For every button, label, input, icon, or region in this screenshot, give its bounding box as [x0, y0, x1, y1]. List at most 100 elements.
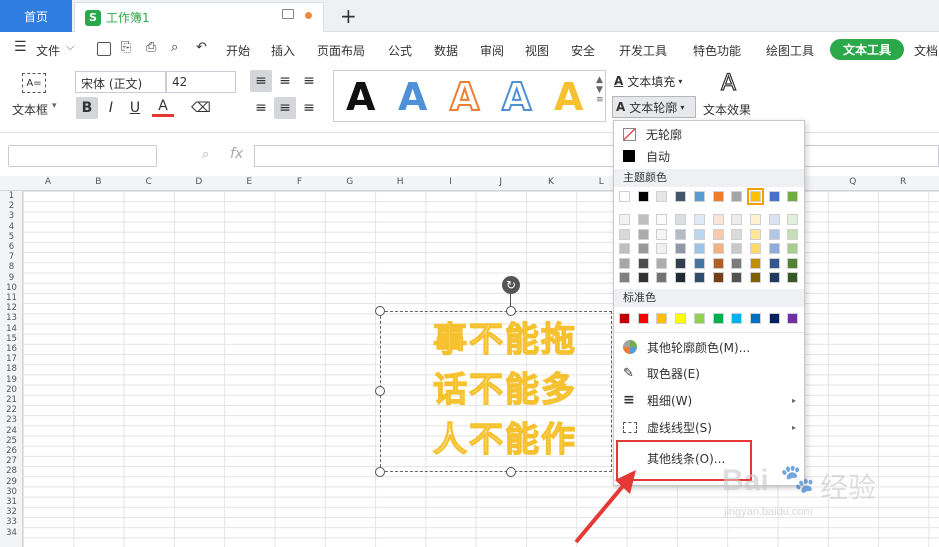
standard-color-swatch[interactable]	[656, 313, 668, 324]
column-header[interactable]: R	[878, 177, 928, 187]
row-header[interactable]: 14	[0, 324, 23, 334]
column-header[interactable]: A	[23, 177, 73, 187]
save-icon[interactable]	[97, 42, 111, 56]
text-outline-button[interactable]: A 文本轮廓 ▾	[612, 96, 696, 118]
style-gold[interactable]: A	[554, 75, 583, 119]
text-effect-icon[interactable]: A	[720, 70, 736, 96]
theme-shade-swatch[interactable]	[656, 228, 668, 240]
theme-color-swatch[interactable]	[787, 191, 799, 202]
resize-handle-tl[interactable]	[375, 306, 385, 316]
theme-color-swatch[interactable]	[637, 191, 649, 202]
row-header[interactable]: 4	[0, 222, 23, 232]
menu-data[interactable]: 数据	[434, 42, 458, 59]
row-header[interactable]: 15	[0, 334, 23, 344]
row-header[interactable]: 12	[0, 303, 23, 313]
theme-shade-swatch[interactable]	[619, 228, 630, 240]
monitor-icon[interactable]	[282, 9, 294, 19]
row-header[interactable]: 3	[0, 211, 23, 221]
align-middle-icon[interactable]: ≡	[274, 70, 296, 92]
row-header[interactable]: 13	[0, 313, 23, 323]
menu-text-tools[interactable]: 文本工具	[830, 39, 904, 60]
resize-handle-ml[interactable]	[375, 386, 385, 396]
align-center-icon[interactable]: ≡	[274, 97, 296, 119]
standard-color-swatch[interactable]	[749, 313, 761, 324]
theme-shade-swatch[interactable]	[675, 272, 687, 283]
standard-color-swatch[interactable]	[712, 313, 724, 324]
textbox-icon[interactable]: A=	[22, 73, 46, 93]
eraser-icon[interactable]: ⌫	[190, 97, 212, 119]
theme-shade-swatch[interactable]	[619, 243, 630, 254]
menu-insert[interactable]: 插入	[271, 42, 295, 59]
theme-color-swatch[interactable]	[768, 191, 780, 202]
row-header[interactable]: 7	[0, 252, 23, 262]
no-outline-item[interactable]: 无轮廓	[614, 122, 804, 146]
column-header[interactable]: H	[375, 177, 425, 187]
menu-review[interactable]: 审阅	[480, 42, 504, 59]
theme-shade-swatch[interactable]	[731, 272, 743, 283]
bold-button[interactable]: B	[76, 97, 98, 119]
theme-shade-swatch[interactable]	[731, 214, 743, 225]
theme-shade-swatch[interactable]	[731, 228, 743, 240]
theme-shade-swatch[interactable]	[637, 243, 649, 254]
row-header[interactable]: 27	[0, 456, 23, 466]
chevron-down-icon[interactable]: ▾	[52, 101, 57, 111]
menu-document[interactable]: 文档	[914, 42, 938, 59]
standard-color-swatch[interactable]	[619, 313, 630, 324]
column-header[interactable]: Q	[828, 177, 878, 187]
theme-shade-swatch[interactable]	[619, 214, 630, 225]
align-left-icon[interactable]: ≡	[250, 97, 272, 119]
dash-type-item[interactable]: 虚线线型(S) ▸	[614, 415, 804, 439]
export-icon[interactable]: ⎘	[121, 40, 131, 55]
theme-shade-swatch[interactable]	[637, 257, 649, 269]
preview-icon[interactable]: ⌕	[171, 40, 178, 55]
theme-shade-swatch[interactable]	[693, 272, 705, 283]
resize-handle-tc[interactable]	[506, 306, 516, 316]
row-header[interactable]: 6	[0, 242, 23, 252]
column-header[interactable]: F	[275, 177, 325, 187]
theme-shade-swatch[interactable]	[768, 243, 780, 254]
theme-shade-swatch[interactable]	[749, 243, 761, 254]
theme-shade-swatch[interactable]	[619, 257, 630, 269]
font-name-select[interactable]: 宋体 (正文)	[75, 71, 166, 93]
theme-shade-swatch[interactable]	[675, 243, 687, 254]
theme-shade-swatch[interactable]	[675, 214, 687, 225]
theme-color-swatch[interactable]	[656, 191, 668, 202]
standard-color-swatch[interactable]	[675, 313, 687, 324]
column-header[interactable]: K	[526, 177, 576, 187]
row-header[interactable]: 1	[0, 191, 23, 201]
theme-shade-swatch[interactable]	[693, 214, 705, 225]
italic-button[interactable]: I	[100, 97, 122, 119]
row-header[interactable]: 5	[0, 232, 23, 242]
theme-shade-swatch[interactable]	[768, 228, 780, 240]
align-right-icon[interactable]: ≡	[298, 97, 320, 119]
row-header[interactable]: 9	[0, 273, 23, 283]
fx-icon[interactable]: fx	[230, 146, 243, 162]
row-header[interactable]: 34	[0, 528, 23, 538]
print-icon[interactable]: ⎙	[146, 40, 156, 55]
theme-color-swatch[interactable]	[675, 191, 687, 202]
menu-formula[interactable]: 公式	[388, 42, 412, 59]
row-header[interactable]: 30	[0, 487, 23, 497]
row-header[interactable]: 21	[0, 395, 23, 405]
theme-shade-swatch[interactable]	[712, 257, 724, 269]
column-header[interactable]: I	[425, 177, 475, 187]
style-blue[interactable]: A	[398, 75, 427, 119]
style-blue-outline[interactable]: A	[501, 74, 532, 120]
standard-color-swatch[interactable]	[787, 313, 799, 324]
row-header[interactable]: 25	[0, 436, 23, 446]
align-top-icon[interactable]: ≡	[250, 70, 272, 92]
theme-color-swatch[interactable]	[619, 191, 630, 202]
zoom-icon[interactable]: ⌕	[202, 147, 209, 162]
resize-handle-bc[interactable]	[506, 467, 516, 477]
theme-shade-swatch[interactable]	[712, 228, 724, 240]
theme-shade-swatch[interactable]	[749, 228, 761, 240]
column-header[interactable]: D	[174, 177, 224, 187]
theme-color-swatch[interactable]	[693, 191, 705, 202]
row-header[interactable]: 8	[0, 262, 23, 272]
auto-color-item[interactable]: 自动	[614, 144, 804, 168]
row-header[interactable]: 23	[0, 415, 23, 425]
theme-shade-swatch[interactable]	[787, 257, 799, 269]
menu-security[interactable]: 安全	[571, 42, 595, 59]
theme-shade-swatch[interactable]	[731, 243, 743, 254]
theme-shade-swatch[interactable]	[675, 257, 687, 269]
